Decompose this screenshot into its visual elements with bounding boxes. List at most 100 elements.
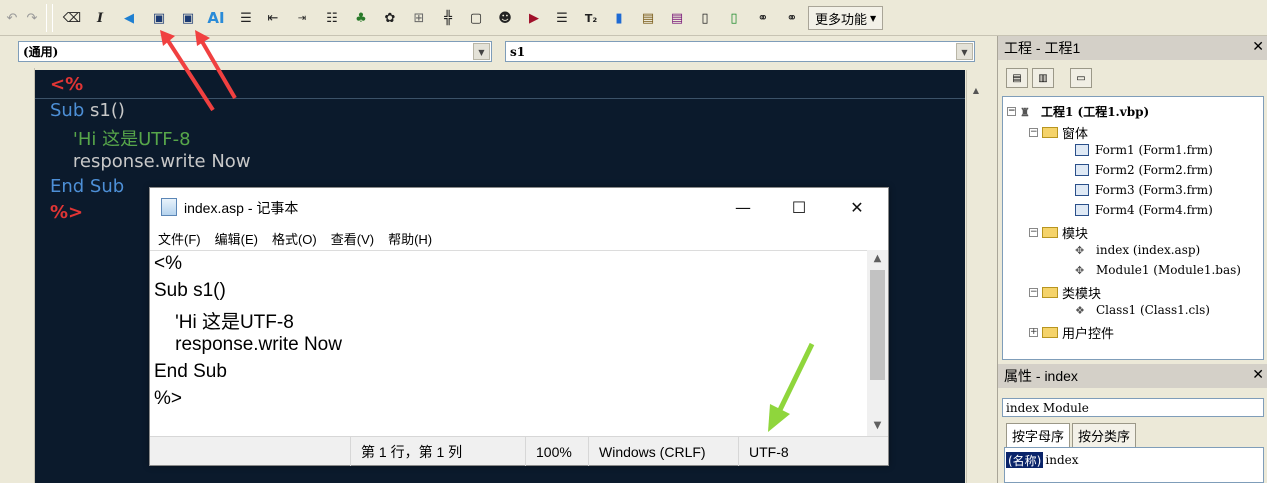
document-icon[interactable]: ▯	[695, 7, 715, 29]
tree-folder-forms[interactable]: − 窗体	[1029, 123, 1088, 142]
fingerprint-icon[interactable]: ✿	[380, 7, 400, 29]
frame-icon[interactable]: ▢	[466, 7, 486, 29]
tree-root[interactable]: − ♜ 工程1 (工程1.vbp)	[1007, 103, 1149, 120]
green-annotation-arrow	[768, 342, 815, 432]
toc-icon[interactable]: ☰	[552, 7, 572, 29]
toggle-folders-icon[interactable]: ▭	[1070, 68, 1092, 88]
tree-item-form[interactable]: Form2 (Form2.frm)	[1075, 163, 1213, 177]
menu-edit[interactable]: 编辑(E)	[215, 229, 258, 248]
notepad-statusbar: 第 1 行，第 1 列 100% Windows (CRLF) UTF-8	[150, 436, 888, 466]
tab-categorized[interactable]: 按分类序	[1072, 423, 1137, 447]
eraser-icon[interactable]: ⌫	[62, 7, 82, 29]
properties-panel: 属性 - index ✕ index Module 按字母序 按分类序 (名称)…	[997, 364, 1267, 483]
module-icon: ✥	[1075, 264, 1085, 277]
indent-icon[interactable]: ⇥	[292, 7, 312, 29]
notepad-icon	[161, 198, 177, 216]
tree-item-class[interactable]: ❖ Class1 (Class1.cls)	[1075, 303, 1210, 317]
object-combo[interactable]: (通用) ▼	[18, 41, 492, 62]
folder-icon	[1042, 327, 1058, 338]
code-window-header: (通用) ▼ s1 ▼	[0, 36, 994, 68]
maximize-button[interactable]: ☐	[776, 192, 822, 222]
close-button[interactable]: ✕	[834, 192, 880, 222]
minimize-button[interactable]: —	[720, 192, 766, 222]
more-functions-label: 更多功能	[815, 12, 868, 28]
view-code-icon[interactable]: ▤	[1006, 68, 1028, 88]
binoculars-icon[interactable]: ⚭	[753, 7, 773, 29]
tree-item-form[interactable]: Form4 (Form4.frm)	[1075, 203, 1213, 217]
tree-icon[interactable]: ♣	[351, 7, 371, 29]
chevron-down-icon[interactable]: ▼	[473, 43, 490, 60]
text-line: 'Hi 这是UTF-8	[154, 312, 294, 333]
notepad-scrollbar[interactable]: ▲ ▼	[867, 250, 888, 436]
tree-folder-classes[interactable]: − 类模块	[1029, 283, 1101, 302]
chevron-down-icon[interactable]: ▼	[956, 43, 973, 60]
image-edit-icon[interactable]: ▤	[638, 7, 658, 29]
property-key: (名称)	[1006, 452, 1044, 468]
status-eol: Windows (CRLF)	[588, 437, 738, 466]
tree-item-module[interactable]: ✥ Module1 (Module1.bas)	[1075, 263, 1241, 277]
folder-icon	[1042, 287, 1058, 298]
bookmark-icon[interactable]: ▮	[609, 7, 629, 29]
menu-view[interactable]: 查看(V)	[331, 229, 374, 248]
tab-alphabetic[interactable]: 按字母序	[1006, 423, 1071, 447]
scroll-up-icon[interactable]: ▲	[867, 253, 888, 264]
view-object-icon[interactable]: ▥	[1032, 68, 1054, 88]
grid-icon[interactable]: ⊞	[409, 7, 429, 29]
status-encoding: UTF-8	[738, 437, 888, 466]
form-icon	[1075, 204, 1089, 216]
close-icon[interactable]: ✕	[1252, 38, 1264, 55]
scroll-thumb[interactable]	[870, 270, 885, 380]
save-utf8-icon[interactable]: ▣	[178, 7, 198, 29]
text-line: <%	[154, 253, 182, 274]
status-zoom: 100%	[525, 437, 588, 466]
object-combo-value: (通用)	[23, 45, 59, 59]
notepad-text-area[interactable]: <% Sub s1() 'Hi 这是UTF-8 response.write N…	[150, 250, 867, 436]
head-icon[interactable]: ☻	[495, 7, 515, 29]
tree-item-form[interactable]: Form1 (Form1.frm)	[1075, 143, 1213, 157]
menu-file[interactable]: 文件(F)	[158, 229, 201, 248]
save-ansi-icon[interactable]: ▣	[149, 7, 169, 29]
ai-icon[interactable]: AI	[206, 7, 226, 29]
notepad-title: index.asp - 记事本	[184, 200, 299, 216]
properties-object-combo[interactable]: index Module	[1002, 398, 1264, 417]
procedure-combo[interactable]: s1 ▼	[505, 41, 975, 62]
form-icon	[1075, 164, 1089, 176]
module-icon: ✥	[1075, 244, 1085, 257]
more-functions-button[interactable]: 更多功能 ▼	[808, 6, 884, 30]
status-position: 第 1 行，第 1 列	[350, 437, 525, 466]
scroll-up-icon[interactable]: ▲	[968, 86, 984, 95]
add-document-icon[interactable]: ▯	[724, 7, 744, 29]
code-line: <%	[50, 74, 84, 95]
tree-item-form[interactable]: Form3 (Form3.frm)	[1075, 183, 1213, 197]
scroll-down-icon[interactable]: ▼	[867, 420, 888, 431]
editor-scrollbar[interactable]: ▲	[966, 70, 985, 483]
notepad-titlebar[interactable]: index.asp - 记事本 — ☐ ✕	[150, 188, 888, 226]
run-icon[interactable]: ▶	[524, 7, 544, 29]
tree-item-module[interactable]: ✥ index (index.asp)	[1075, 243, 1200, 257]
code-line: 'Hi 这是UTF-8	[50, 129, 191, 150]
project-explorer: 工程 - 工程1 ✕ ▤ ▥ ▭ − ♜ 工程1 (工程1.vbp) − 窗体 For…	[997, 36, 1267, 364]
binoculars-alt-icon[interactable]: ⚭	[782, 7, 802, 29]
cross-grid-icon[interactable]: ╬	[438, 7, 458, 29]
subscript-icon[interactable]: T₂	[581, 7, 601, 29]
list-icon[interactable]: ☷	[322, 7, 342, 29]
text-line: %>	[154, 388, 182, 409]
menu-format[interactable]: 格式(O)	[272, 229, 317, 248]
undo-icon[interactable]: ↶	[2, 7, 22, 29]
tree-folder-modules[interactable]: − 模块	[1029, 223, 1088, 242]
image-icon[interactable]: ▤	[667, 7, 687, 29]
close-icon[interactable]: ✕	[1252, 366, 1264, 383]
project-title: 工程 - 工程1 ✕	[998, 36, 1267, 60]
menu-help[interactable]: 帮助(H)	[388, 229, 432, 248]
outdent-icon[interactable]: ⇤	[263, 7, 283, 29]
vscode-icon[interactable]: ◀	[119, 7, 139, 29]
procedure-combo-value: s1	[510, 44, 526, 59]
property-value[interactable]: index	[1043, 453, 1078, 467]
text-line: response.write Now	[154, 334, 342, 355]
tree-folder-usercontrols[interactable]: + 用户控件	[1029, 323, 1114, 342]
redo-icon[interactable]: ↷	[22, 7, 42, 29]
italic-icon[interactable]: I	[90, 7, 110, 29]
property-row[interactable]: (名称) index	[1006, 452, 1079, 468]
align-icon[interactable]: ☰	[236, 7, 256, 29]
code-line: End Sub	[50, 176, 125, 197]
